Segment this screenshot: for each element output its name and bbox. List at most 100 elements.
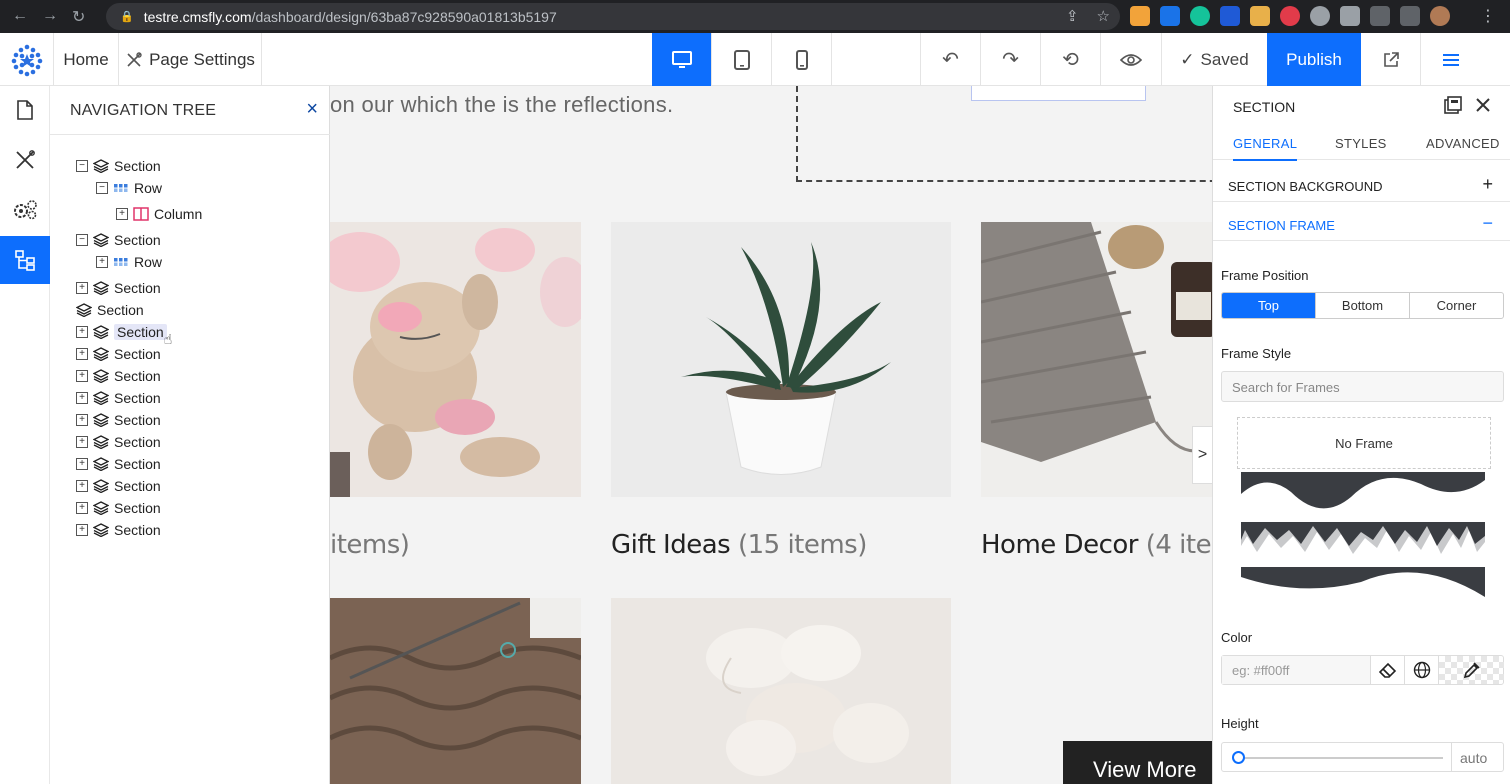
undo-button[interactable]: ↶ xyxy=(920,33,980,86)
tree-item-section[interactable]: + Section xyxy=(76,278,161,298)
height-slider[interactable]: auto xyxy=(1221,742,1504,772)
collapse-icon[interactable]: − xyxy=(76,234,88,246)
frame-position-bottom[interactable]: Bottom xyxy=(1316,293,1410,318)
extension-icon[interactable] xyxy=(1130,6,1150,26)
preview-button[interactable] xyxy=(1100,33,1160,86)
frame-position-corner[interactable]: Corner xyxy=(1410,293,1503,318)
frame-option-wave[interactable] xyxy=(1241,472,1485,514)
reload-icon[interactable]: ↻ xyxy=(72,7,85,27)
expand-icon[interactable]: + xyxy=(76,326,88,338)
card-image-plant[interactable] xyxy=(611,222,951,497)
global-color-button[interactable] xyxy=(1404,656,1438,684)
address-bar[interactable]: 🔒 testre.cmsfly.com /dashboard/design/63… xyxy=(106,3,1120,30)
puzzle-icon[interactable] xyxy=(1340,6,1360,26)
card-image-knitting[interactable] xyxy=(330,598,581,784)
tree-item-section[interactable]: Section xyxy=(76,300,144,320)
frame-option-curve[interactable] xyxy=(1241,567,1485,599)
tree-item-section[interactable]: + Section ☝ xyxy=(76,322,172,347)
browser-menu-icon[interactable]: ⋮ xyxy=(1480,6,1496,26)
reading-list-icon[interactable] xyxy=(1370,6,1390,26)
sidepanel-icon[interactable] xyxy=(1400,6,1420,26)
extension-icon[interactable] xyxy=(1250,6,1270,26)
tree-item-section[interactable]: + Section xyxy=(76,476,161,496)
extension-icon[interactable] xyxy=(1280,6,1300,26)
tree-item-section[interactable]: + Section xyxy=(76,454,161,474)
extension-icon[interactable] xyxy=(1220,6,1240,26)
frame-option-none[interactable]: No Frame xyxy=(1237,417,1491,469)
clear-color-button[interactable] xyxy=(1370,656,1404,684)
expand-icon[interactable]: + xyxy=(76,480,88,492)
close-icon[interactable]: × xyxy=(306,98,318,121)
settings-button[interactable] xyxy=(0,186,50,234)
tree-item-row[interactable]: − Row xyxy=(96,178,162,198)
expand-icon[interactable]: + xyxy=(76,392,88,404)
tab-styles[interactable]: STYLES xyxy=(1335,136,1387,151)
expand-icon[interactable]: + xyxy=(76,348,88,360)
tree-item-section[interactable]: + Section xyxy=(76,388,161,408)
card-image-cups[interactable] xyxy=(611,598,951,784)
home-link[interactable]: Home xyxy=(54,33,119,86)
tree-item-section[interactable]: + Section xyxy=(76,432,161,452)
expand-icon[interactable]: + xyxy=(116,208,128,220)
tree-item-section[interactable]: + Section xyxy=(76,520,161,540)
expand-icon[interactable]: + xyxy=(76,458,88,470)
expand-icon[interactable]: + xyxy=(76,502,88,514)
tree-item-section[interactable]: + Section xyxy=(76,344,161,364)
collapse-icon[interactable]: − xyxy=(96,182,108,194)
grammarly-icon[interactable] xyxy=(1190,6,1210,26)
extension-icon[interactable] xyxy=(1310,6,1330,26)
expand-icon[interactable]: + xyxy=(76,414,88,426)
menu-button[interactable] xyxy=(1421,33,1481,86)
eyedropper-button[interactable] xyxy=(1438,656,1504,684)
share-icon[interactable]: ⇪ xyxy=(1066,7,1079,25)
publish-button[interactable]: Publish xyxy=(1267,33,1361,86)
card-image-knit-blanket[interactable] xyxy=(981,222,1212,497)
bookmark-star-icon[interactable]: ☆ xyxy=(1097,7,1110,25)
close-icon[interactable] xyxy=(1475,97,1491,113)
back-icon[interactable]: ← xyxy=(12,7,28,27)
frame-option-drips[interactable] xyxy=(1241,522,1485,558)
frame-position-top[interactable]: Top xyxy=(1222,293,1316,318)
tab-general[interactable]: GENERAL xyxy=(1233,136,1298,161)
profile-avatar[interactable] xyxy=(1430,6,1450,26)
tree-item-section[interactable]: + Section xyxy=(76,498,161,518)
tree-item-column[interactable]: + Column xyxy=(116,204,202,224)
color-input[interactable]: eg: #ff00ff xyxy=(1222,656,1370,684)
desktop-view-button[interactable] xyxy=(652,33,712,86)
expand-icon[interactable]: + xyxy=(96,256,108,268)
tree-item-section[interactable]: + Section xyxy=(76,410,161,430)
tree-item-section[interactable]: − Section xyxy=(76,230,161,250)
save-preset-icon[interactable] xyxy=(1443,96,1463,114)
expand-panel-arrow[interactable]: > xyxy=(1192,426,1212,484)
design-canvas[interactable]: on our which the is the reflections. ite… xyxy=(330,86,1212,784)
app-logo[interactable] xyxy=(0,33,54,86)
history-button[interactable]: ⟲ xyxy=(1040,33,1100,86)
accordion-section-background[interactable]: SECTION BACKGROUND + xyxy=(1213,168,1510,202)
height-slider-track[interactable] xyxy=(1236,757,1443,759)
tree-item-section[interactable]: − Section xyxy=(76,156,161,176)
pages-button[interactable] xyxy=(0,86,50,134)
extension-icon[interactable] xyxy=(1160,6,1180,26)
frame-search-input[interactable]: Search for Frames xyxy=(1221,371,1504,402)
collapse-icon[interactable]: − xyxy=(76,160,88,172)
page-settings-button[interactable]: Page Settings xyxy=(119,33,262,86)
card-image-crochet-toy[interactable] xyxy=(330,222,581,497)
tab-advanced[interactable]: ADVANCED xyxy=(1426,136,1500,151)
forward-icon[interactable]: → xyxy=(42,7,58,27)
expand-icon[interactable]: + xyxy=(76,436,88,448)
redo-button[interactable]: ↷ xyxy=(980,33,1040,86)
accordion-section-frame[interactable]: SECTION FRAME − xyxy=(1213,207,1510,241)
height-slider-handle[interactable] xyxy=(1232,751,1245,764)
tree-item-row[interactable]: + Row xyxy=(96,252,162,272)
view-more-button[interactable]: View More xyxy=(1063,741,1212,784)
expand-icon[interactable]: + xyxy=(76,370,88,382)
design-tools-button[interactable] xyxy=(0,136,50,184)
open-site-button[interactable] xyxy=(1361,33,1421,86)
height-value[interactable]: auto xyxy=(1451,743,1505,771)
navigation-tree-button[interactable] xyxy=(0,236,50,284)
mobile-view-button[interactable] xyxy=(772,33,832,86)
expand-icon[interactable]: + xyxy=(76,524,88,536)
expand-icon[interactable]: + xyxy=(76,282,88,294)
tablet-view-button[interactable] xyxy=(712,33,772,86)
tree-item-section[interactable]: + Section xyxy=(76,366,161,386)
